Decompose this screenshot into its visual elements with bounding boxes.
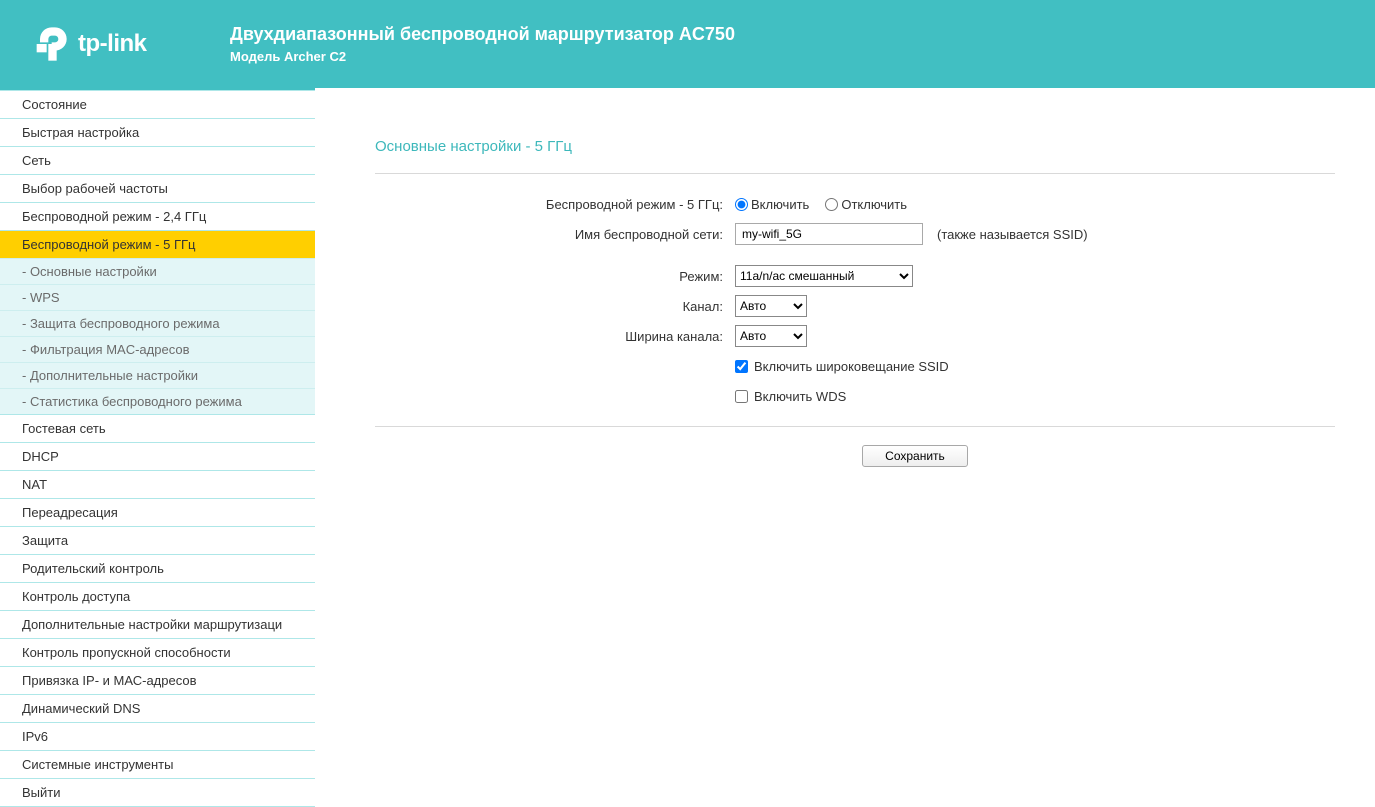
header-title: Двухдиапазонный беспроводной маршрутизат… — [230, 24, 735, 45]
nav-item[interactable]: Беспроводной режим - 5 ГГц — [0, 230, 315, 259]
divider — [375, 173, 1335, 174]
wds-label: Включить WDS — [754, 389, 846, 404]
broadcast-label: Включить широковещание SSID — [754, 359, 949, 374]
radio-disable[interactable] — [825, 198, 838, 211]
nav-item[interactable]: Гостевая сеть — [0, 414, 315, 443]
nav-item[interactable]: Беспроводной режим - 2,4 ГГц — [0, 202, 315, 231]
nav-item[interactable]: Контроль доступа — [0, 582, 315, 611]
label-wireless-mode: Беспроводной режим - 5 ГГц: — [375, 197, 735, 212]
nav-item[interactable]: Системные инструменты — [0, 750, 315, 779]
label-channel: Канал: — [375, 299, 735, 314]
nav-item[interactable]: NAT — [0, 470, 315, 499]
save-button[interactable]: Сохранить — [862, 445, 968, 467]
nav-item[interactable]: Родительский контроль — [0, 554, 315, 583]
nav-item[interactable]: Быстрая настройка — [0, 118, 315, 147]
content-area: Основные настройки - 5 ГГц Беспроводной … — [315, 88, 1375, 806]
nav-sub-item[interactable]: - Основные настройки — [0, 258, 315, 284]
radio-enable-wrap[interactable]: Включить — [735, 197, 809, 212]
nav-item[interactable]: Выйти — [0, 778, 315, 807]
header-titles: Двухдиапазонный беспроводной маршрутизат… — [230, 24, 735, 64]
divider — [375, 426, 1335, 427]
nav-sub-item[interactable]: - Защита беспроводного режима — [0, 310, 315, 336]
nav-item[interactable]: Защита — [0, 526, 315, 555]
wds-checkbox[interactable] — [735, 390, 748, 403]
nav-item[interactable]: Состояние — [0, 90, 315, 119]
label-mode: Режим: — [375, 269, 735, 284]
mode-select[interactable]: 11a/n/ac смешанный — [735, 265, 913, 287]
radio-disable-wrap[interactable]: Отключить — [825, 197, 907, 212]
ssid-hint: (также называется SSID) — [937, 227, 1088, 242]
header-subtitle: Модель Archer C2 — [230, 49, 735, 64]
brand-logo: tp-link — [30, 24, 230, 64]
nav-sub-item[interactable]: - WPS — [0, 284, 315, 310]
radio-enable-label: Включить — [751, 197, 809, 212]
channel-select[interactable]: Авто — [735, 295, 807, 317]
nav-item[interactable]: Динамический DNS — [0, 694, 315, 723]
nav-item[interactable]: Контроль пропускной способности — [0, 638, 315, 667]
nav-item[interactable]: IPv6 — [0, 722, 315, 751]
brand-text: tp-link — [78, 30, 147, 58]
header: tp-link Двухдиапазонный беспроводной мар… — [0, 0, 1375, 88]
nav-sub-item[interactable]: - Фильтрация MAC-адресов — [0, 336, 315, 362]
nav-item[interactable]: Сеть — [0, 146, 315, 175]
nav-item[interactable]: Дополнительные настройки маршрутизаци — [0, 610, 315, 639]
label-width: Ширина канала: — [375, 329, 735, 344]
broadcast-checkbox[interactable] — [735, 360, 748, 373]
width-select[interactable]: Авто — [735, 325, 807, 347]
nav-item[interactable]: Привязка IP- и МАС-адресов — [0, 666, 315, 695]
label-ssid: Имя беспроводной сети: — [375, 227, 735, 242]
nav-item[interactable]: Переадресация — [0, 498, 315, 527]
radio-disable-label: Отключить — [841, 197, 907, 212]
nav-item[interactable]: Выбор рабочей частоты — [0, 174, 315, 203]
nav-sub-item[interactable]: - Дополнительные настройки — [0, 362, 315, 388]
section-title: Основные настройки - 5 ГГц — [375, 138, 1335, 155]
radio-enable[interactable] — [735, 198, 748, 211]
ssid-input[interactable] — [735, 223, 923, 245]
nav-item[interactable]: DHCP — [0, 442, 315, 471]
nav-sub-item[interactable]: - Статистика беспроводного режима — [0, 388, 315, 414]
tplink-logo-icon — [30, 24, 70, 64]
sidebar: СостояниеБыстрая настройкаСетьВыбор рабо… — [0, 88, 315, 806]
